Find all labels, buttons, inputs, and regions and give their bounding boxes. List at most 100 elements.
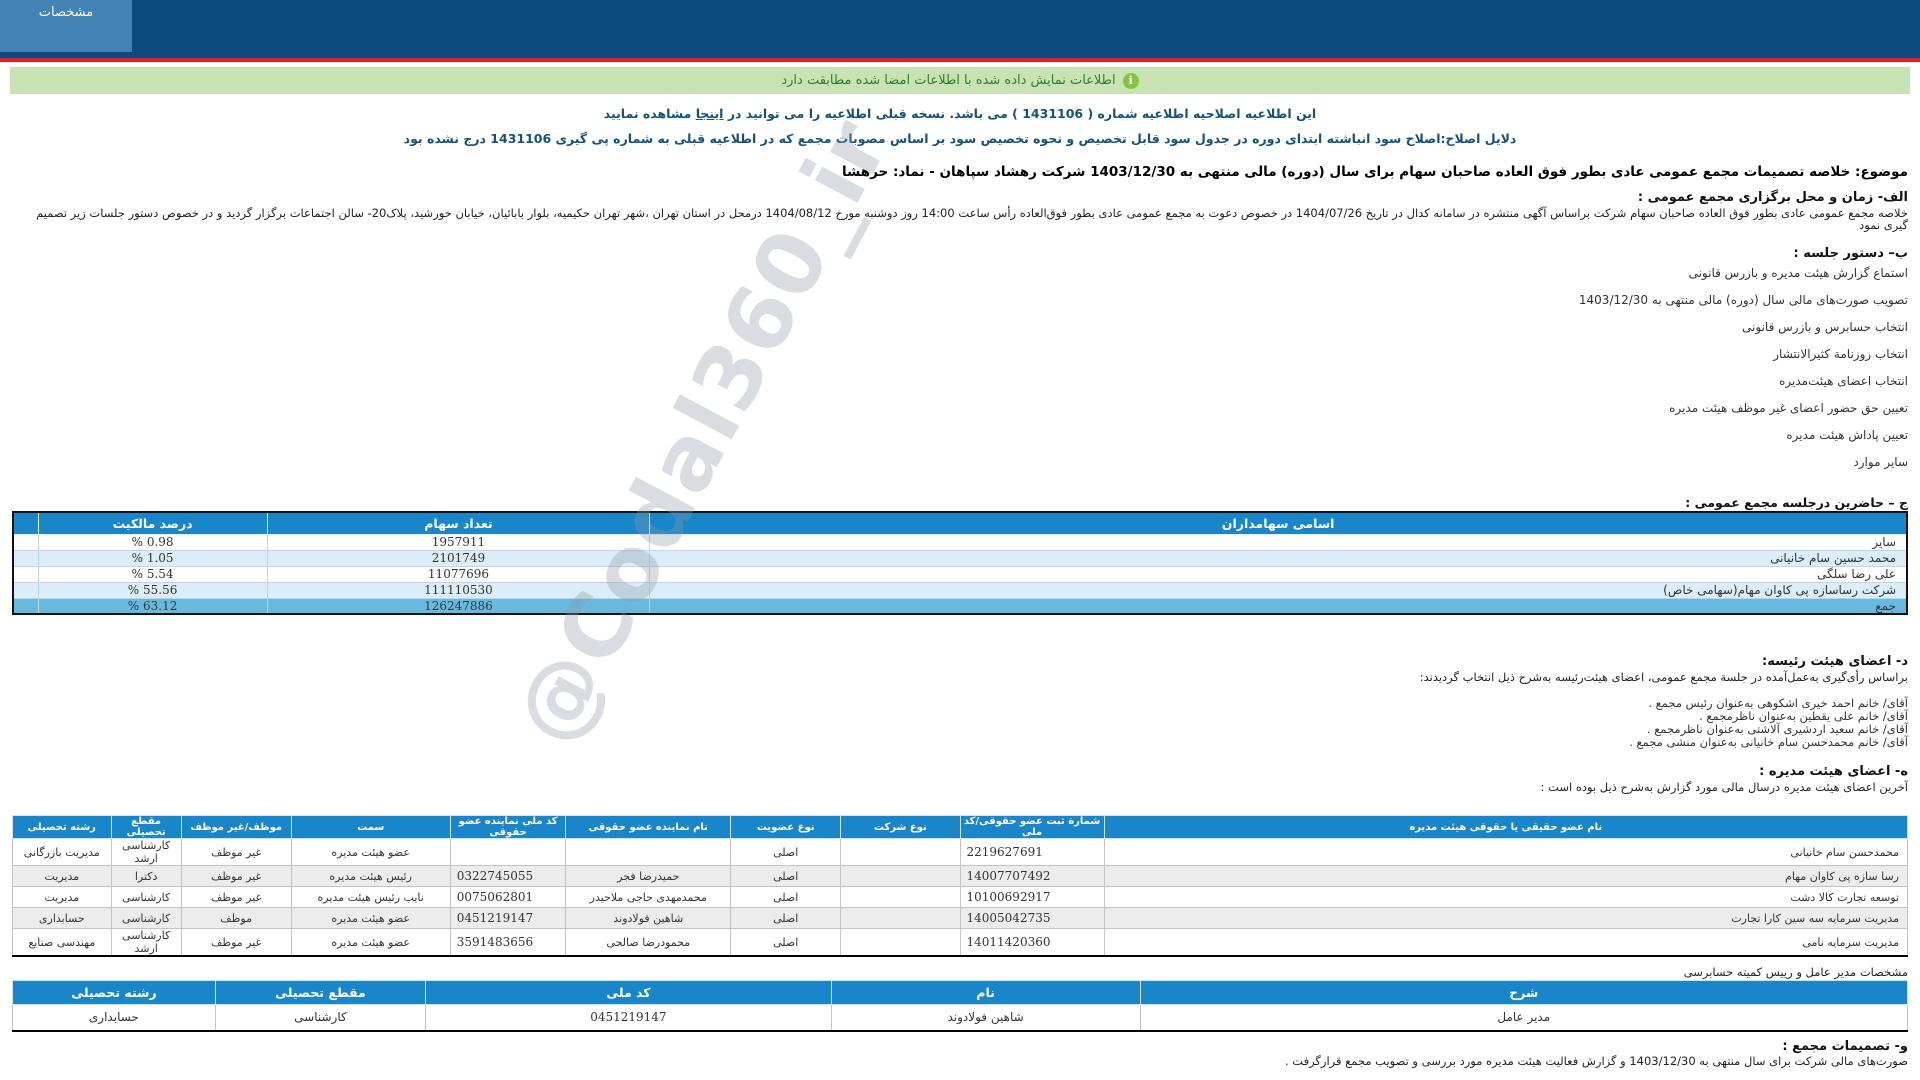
shareholder-name: محمد حسین سام خانیانی [650,550,1907,566]
section-a-body: خلاصه مجمع عمومی عادی بطور فوق العاده صا… [12,207,1908,231]
col-member-name: نام عضو حقیقی یا حقوقی هیئت مدیره [1104,816,1907,839]
list-item: آقای/ خانم محمدحسن سام خانیانی به‌عنوان … [12,736,1908,749]
ceo-description: مدیر عامل [1140,1005,1907,1031]
col-stub [13,512,38,534]
agenda-item: تعیین پاداش هیئت مدیره [12,429,1908,442]
ownership-percent: % 0.98 [38,534,267,550]
col-ownership-percent: درصد مالکیت [38,512,267,534]
subject-line: موضوع: خلاصه تصمیمات مجمع عمومی عادی بطو… [12,165,1908,180]
banner-text: اطلاعات نمایش داده شده با اطلاعات امضا ش… [781,73,1115,88]
shareholder-name: سایر [650,534,1907,550]
field: مدیریت [13,887,112,908]
col-share-count: تعداد سهام [267,512,650,534]
degree: کارشناسی [111,887,181,908]
company-type [841,866,960,887]
position: نایب رئیس هیئت مدیره [291,887,450,908]
company-type [841,839,960,866]
company-type [841,908,960,929]
table-row: محمد حسین سام خانیانی 2101749 % 1.05 [13,550,1907,566]
top-header-bar: مشخصات [0,0,1920,62]
total-shares: 126247886 [267,598,650,614]
ceo-header-row: شرح نام کد ملی مقطع تحصیلی رشته تحصیلی [13,981,1908,1005]
representative-name: حمیدرضا فجر [566,866,731,887]
duty: غیر موظف [181,866,291,887]
col-description: شرح [1140,981,1907,1005]
col-company-type: نوع شرکت [841,816,960,839]
membership-type: اصلی [731,866,841,887]
registration-code: 14005042735 [960,908,1104,929]
table-row: علی رضا سلگی 11077696 % 5.54 [13,566,1907,582]
representative-name: محمودرضا صالحی [566,929,731,957]
table-row: شرکت رساسازه پی کاوان مهام(سهامی خاص) 11… [13,582,1907,598]
agenda-item: انتخاب اعضای هیئت‌مدیره [12,375,1908,388]
registration-code: 10100692917 [960,887,1104,908]
section-c-title: ج – حاضرین درجلسه مجمع عمومی : [12,496,1908,509]
field: مدیریت [13,866,112,887]
degree: کارشناسی ارشد [111,839,181,866]
company-type [841,929,960,957]
representative-code: 0075062801 [450,887,566,908]
col-representative-name: نام نماینده عضو حقوقی [566,816,731,839]
presiding-board-list: آقای/ خانم احمد خیری اشکوهی به‌عنوان رئی… [12,697,1908,749]
total-row: جمع 126247886 % 63.12 [13,598,1907,614]
duty: غیر موظف [181,839,291,866]
ceo-field: حسابداری [13,1005,216,1031]
signature-match-banner: i اطلاعات نمایش داده شده با اطلاعات امضا… [10,67,1910,94]
field: حسابداری [13,908,112,929]
ceo-section-title: مشخصات مدیر عامل و رییس کمیته حسابرسی [12,967,1908,978]
amendment-reason-line: دلایل اصلاح:اصلاح سود انباشته ابتدای دور… [0,132,1920,145]
field: مهندسی صنایع [13,929,112,957]
col-degree: مقطع تحصیلی [111,816,181,839]
membership-type: اصلی [731,887,841,908]
section-d-title: د- اعضای هیئت رئیسه: [12,655,1908,669]
ceo-national-code: 0451219147 [426,1005,832,1031]
registration-code: 2219627691 [960,839,1104,866]
ownership-percent: % 55.56 [38,582,267,598]
section-e-title: ه- اعضای هیئت مدیره : [12,765,1908,779]
degree: کارشناسی ارشد [111,929,181,957]
ceo-degree: کارشناسی [215,1005,425,1031]
representative-code: 0322745055 [450,866,566,887]
membership-type: اصلی [731,908,841,929]
duty: غیر موظف [181,887,291,908]
section-b-title: ب– دستور جلسه : [12,247,1908,261]
amendment-notice-line: این اطلاعیه اصلاحیه اطلاعیه شماره ( 1431… [0,107,1920,120]
stub-cell [13,566,38,582]
subject-text: خلاصه تصمیمات مجمع عمومی عادی بطور فوق ا… [842,164,1855,180]
representative-name: شاهین فولادوند [566,908,731,929]
board-members-table: نام عضو حقیقی یا حقوقی هیئت مدیره شمارة … [12,815,1908,957]
attendees-header-row: اسامی سهامداران تعداد سهام درصد مالکیت [13,512,1907,534]
list-item: آقای/ خانم سعید اردشیری آلاشتی به‌عنوان … [12,723,1908,736]
col-field: رشته تحصیلی [13,816,112,839]
ownership-percent: % 5.54 [38,566,267,582]
col-shareholder-names: اسامی سهامداران [650,512,1907,534]
share-count: 111110530 [267,582,650,598]
agenda-item: سایر موارد [12,456,1908,469]
share-count: 1957911 [267,534,650,550]
degree: کارشناسی [111,908,181,929]
section-f-line1: صورت‌های مالی شرکت برای سال منتهی به 140… [12,1055,1908,1067]
representative-code: 0451219147 [450,908,566,929]
agenda-item: انتخاب حسابرس و بازرس قانونی [12,321,1908,334]
share-count: 11077696 [267,566,650,582]
notice-after-text: مشاهده نمایید [604,106,696,121]
info-icon: i [1123,73,1139,89]
col-representative-code: کد ملی نماینده عضو حقوقی [450,816,566,839]
member-name: مدیریت سرمایه سه سین کارا تجارت [1104,908,1907,929]
duty: غیر موظف [181,929,291,957]
share-count: 2101749 [267,550,650,566]
field: مدیریت بازرگانی [13,839,112,866]
representative-code: 3591483656 [450,929,566,957]
degree: دکترا [111,866,181,887]
tab-specifications[interactable]: مشخصات [0,0,132,52]
agenda-list: استماع گزارش هیئت مدیره و بازرس قانونی ت… [12,267,1908,469]
col-name: نام [831,981,1140,1005]
table-row: سایر 1957911 % 0.98 [13,534,1907,550]
table-row: مدیریت سرمایه سه سین کارا تجارت 14005042… [13,908,1908,929]
col-duty: موظف/غیر موظف [181,816,291,839]
section-a-title: الف- زمان و محل برگزاری مجمع عمومی : [12,191,1908,205]
membership-type: اصلی [731,929,841,957]
position: رئیس هیئت مدیره [291,866,450,887]
stub-cell [13,534,38,550]
previous-notice-link[interactable]: اینجا [696,106,724,121]
